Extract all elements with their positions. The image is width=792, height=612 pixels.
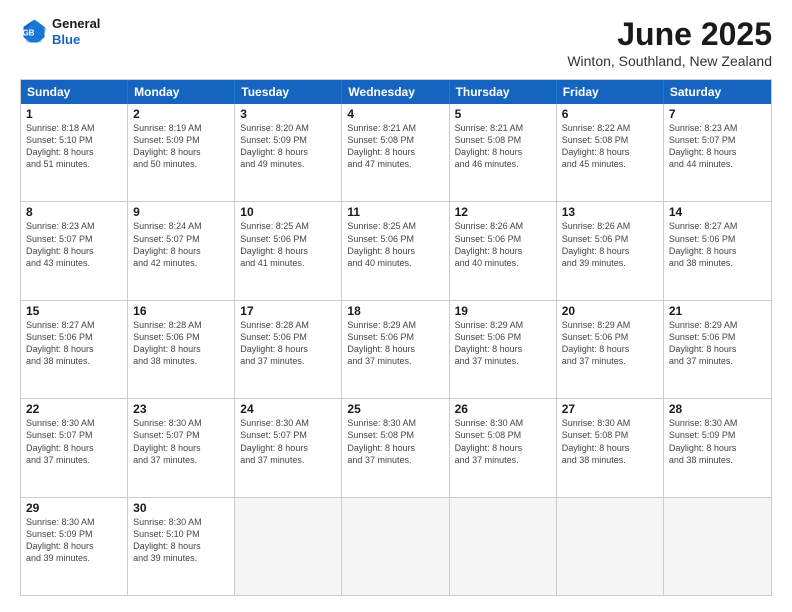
calendar-header: SundayMondayTuesdayWednesdayThursdayFrid… [21,80,771,104]
calendar-header-cell: Monday [128,80,235,104]
calendar-cell [557,498,664,595]
calendar-cell: 22Sunrise: 8:30 AMSunset: 5:07 PMDayligh… [21,399,128,496]
calendar-cell: 21Sunrise: 8:29 AMSunset: 5:06 PMDayligh… [664,301,771,398]
calendar-cell: 4Sunrise: 8:21 AMSunset: 5:08 PMDaylight… [342,104,449,201]
calendar-cell: 5Sunrise: 8:21 AMSunset: 5:08 PMDaylight… [450,104,557,201]
calendar-cell: 3Sunrise: 8:20 AMSunset: 5:09 PMDaylight… [235,104,342,201]
calendar-header-cell: Saturday [664,80,771,104]
calendar-cell: 11Sunrise: 8:25 AMSunset: 5:06 PMDayligh… [342,202,449,299]
calendar-cell [342,498,449,595]
calendar-cell: 15Sunrise: 8:27 AMSunset: 5:06 PMDayligh… [21,301,128,398]
calendar-cell: 16Sunrise: 8:28 AMSunset: 5:06 PMDayligh… [128,301,235,398]
calendar-cell: 7Sunrise: 8:23 AMSunset: 5:07 PMDaylight… [664,104,771,201]
calendar-cell: 28Sunrise: 8:30 AMSunset: 5:09 PMDayligh… [664,399,771,496]
logo-icon: GB [20,18,48,46]
calendar-row: 15Sunrise: 8:27 AMSunset: 5:06 PMDayligh… [21,300,771,398]
calendar-cell: 25Sunrise: 8:30 AMSunset: 5:08 PMDayligh… [342,399,449,496]
month-title: June 2025 [567,16,772,53]
logo-text: General Blue [52,16,100,47]
calendar-cell: 10Sunrise: 8:25 AMSunset: 5:06 PMDayligh… [235,202,342,299]
title-block: June 2025 Winton, Southland, New Zealand [567,16,772,69]
calendar-cell: 27Sunrise: 8:30 AMSunset: 5:08 PMDayligh… [557,399,664,496]
calendar-cell: 29Sunrise: 8:30 AMSunset: 5:09 PMDayligh… [21,498,128,595]
calendar-cell: 2Sunrise: 8:19 AMSunset: 5:09 PMDaylight… [128,104,235,201]
calendar-cell: 6Sunrise: 8:22 AMSunset: 5:08 PMDaylight… [557,104,664,201]
calendar-cell: 19Sunrise: 8:29 AMSunset: 5:06 PMDayligh… [450,301,557,398]
calendar-cell [235,498,342,595]
calendar-cell: 24Sunrise: 8:30 AMSunset: 5:07 PMDayligh… [235,399,342,496]
calendar-header-cell: Friday [557,80,664,104]
page: GB General Blue June 2025 Winton, Southl… [0,0,792,612]
calendar-header-cell: Sunday [21,80,128,104]
calendar-cell: 14Sunrise: 8:27 AMSunset: 5:06 PMDayligh… [664,202,771,299]
calendar-cell: 26Sunrise: 8:30 AMSunset: 5:08 PMDayligh… [450,399,557,496]
calendar-body: 1Sunrise: 8:18 AMSunset: 5:10 PMDaylight… [21,104,771,595]
calendar-cell: 30Sunrise: 8:30 AMSunset: 5:10 PMDayligh… [128,498,235,595]
calendar-cell: 23Sunrise: 8:30 AMSunset: 5:07 PMDayligh… [128,399,235,496]
calendar-header-cell: Wednesday [342,80,449,104]
calendar-row: 22Sunrise: 8:30 AMSunset: 5:07 PMDayligh… [21,398,771,496]
calendar-cell: 9Sunrise: 8:24 AMSunset: 5:07 PMDaylight… [128,202,235,299]
calendar-cell: 20Sunrise: 8:29 AMSunset: 5:06 PMDayligh… [557,301,664,398]
calendar-cell: 8Sunrise: 8:23 AMSunset: 5:07 PMDaylight… [21,202,128,299]
calendar-cell [450,498,557,595]
svg-text:GB: GB [23,28,35,37]
calendar-cell: 18Sunrise: 8:29 AMSunset: 5:06 PMDayligh… [342,301,449,398]
location-title: Winton, Southland, New Zealand [567,53,772,69]
calendar-cell [664,498,771,595]
calendar: SundayMondayTuesdayWednesdayThursdayFrid… [20,79,772,596]
calendar-header-cell: Tuesday [235,80,342,104]
calendar-row: 1Sunrise: 8:18 AMSunset: 5:10 PMDaylight… [21,104,771,201]
calendar-row: 29Sunrise: 8:30 AMSunset: 5:09 PMDayligh… [21,497,771,595]
calendar-cell: 12Sunrise: 8:26 AMSunset: 5:06 PMDayligh… [450,202,557,299]
calendar-cell: 1Sunrise: 8:18 AMSunset: 5:10 PMDaylight… [21,104,128,201]
header: GB General Blue June 2025 Winton, Southl… [20,16,772,69]
calendar-cell: 17Sunrise: 8:28 AMSunset: 5:06 PMDayligh… [235,301,342,398]
calendar-row: 8Sunrise: 8:23 AMSunset: 5:07 PMDaylight… [21,201,771,299]
logo: GB General Blue [20,16,100,47]
calendar-header-cell: Thursday [450,80,557,104]
calendar-cell: 13Sunrise: 8:26 AMSunset: 5:06 PMDayligh… [557,202,664,299]
